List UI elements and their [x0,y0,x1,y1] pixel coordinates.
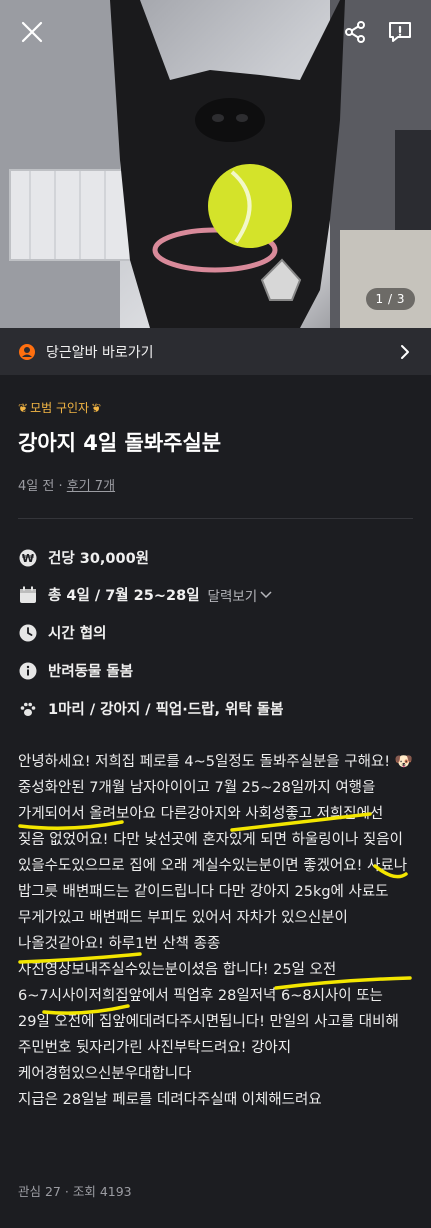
chevron-right-icon [401,344,409,359]
interest-count: 관심 27 [18,1184,61,1199]
category-text: 반려동물 돌봄 [48,664,134,680]
clock-icon [18,623,38,643]
reviews-link[interactable]: 후기 7개 [67,479,115,494]
image-counter: 1 / 3 [365,288,415,310]
pet-row: 1마리 / 강아지 / 픽업·드랍, 위탁 돌봄 [18,698,283,719]
paw-icon [18,699,38,719]
share-icon [345,21,365,43]
chevron-down-icon [260,590,272,598]
laurel-right-icon: ❦ [91,400,102,415]
banner-label: 당근알바 바로가기 [46,344,154,361]
svg-text:₩: ₩ [22,552,34,565]
time-text: 시간 협의 [48,626,107,642]
pay-row: ₩ 건당 30,000원 [18,547,149,568]
pay-text: 건당 30,000원 [48,551,150,567]
calendar-icon [18,585,38,605]
post-title: 강아지 4일 돌봐주실분 [18,431,222,455]
info-icon [18,661,38,681]
hero-image[interactable]: 1 / 3 [0,0,431,328]
good-employer-badge: ❦ 모범 구인자 ❦ [18,399,101,416]
won-icon: ₩ [18,548,38,568]
post-meta: 4일 전 · 후기 7개 [18,475,115,494]
share-button[interactable] [337,14,373,50]
daangn-alba-icon [19,343,35,360]
meta-separator: · [58,479,63,494]
daangn-alba-banner[interactable]: 당근알바 바로가기 [0,328,431,375]
close-icon [21,21,43,43]
divider [18,518,413,519]
pet-text: 1마리 / 강아지 / 픽업·드랍, 위탁 돌봄 [48,702,284,718]
time-row: 시간 협의 [18,622,106,643]
report-icon [389,22,411,42]
close-button[interactable] [14,14,50,50]
post-description: 안녕하세요! 저희집 페로를 4~5일정도 돌봐주실분을 구해요! 🐶 중성화안… [18,754,413,1108]
calendar-link-label: 달력보기 [207,588,258,605]
calendar-link[interactable]: 달력보기 [208,585,273,605]
schedule-row: 총 4일 / 7월 25~28일 달력보기 [18,584,272,605]
category-row: 반려동물 돌봄 [18,660,133,681]
report-button[interactable] [382,14,418,50]
post-stats: 관심 27 · 조회 4193 [18,1181,132,1200]
badge-label: 모범 구인자 [30,401,90,415]
view-count: 조회 4193 [72,1184,132,1199]
schedule-text: 총 4일 / 7월 25~28일 [48,588,200,604]
laurel-left-icon: ❦ [18,400,29,415]
posted-time: 4일 전 [18,479,55,494]
stats-separator: · [64,1184,69,1199]
